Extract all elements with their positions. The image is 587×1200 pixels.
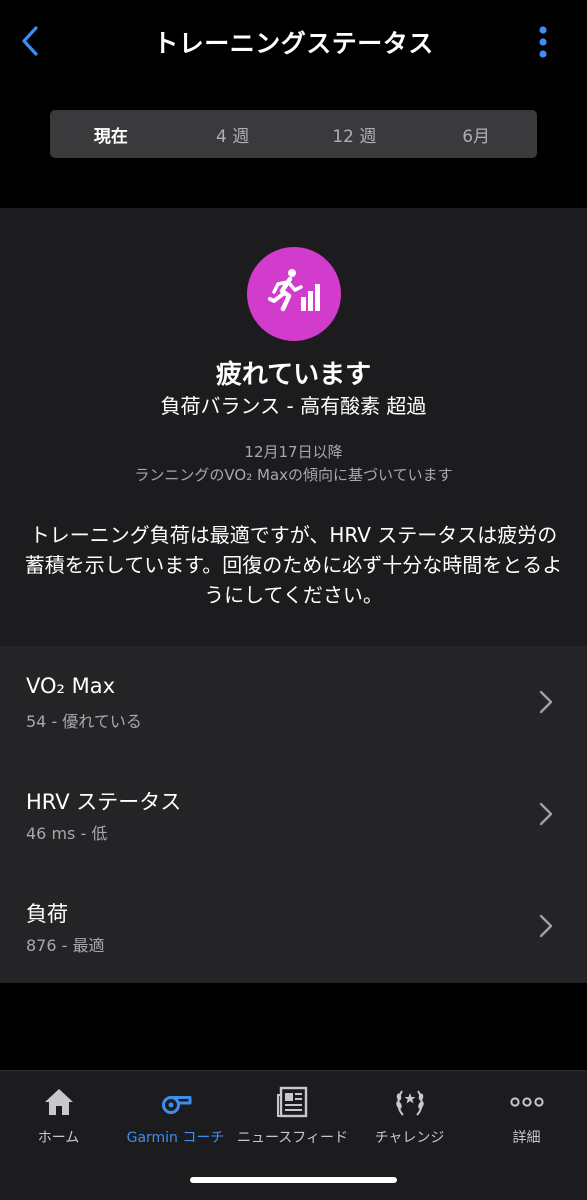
tab-label: ホーム [37,1130,80,1146]
tab-garmin-coach[interactable]: Garmin コーチ [117,1071,234,1161]
app-header: トレーニングステータス [0,0,587,82]
status-since-date: 12月17日以降 [244,443,343,461]
running-productive-icon [268,269,320,312]
newspaper-icon [277,1086,308,1118]
tab-label: 詳細 [512,1130,541,1146]
chevron-right-icon [539,690,553,714]
metric-name: 負荷 [26,902,68,926]
time-range-segmented-control: 現在 4 週 12 週 6月 [50,110,537,158]
chevron-right-icon [539,914,553,938]
status-basis-text: ランニングのVO₂ Maxの傾向に基づいています [134,466,453,484]
metric-row-load[interactable]: 負荷 876 - 最適 [0,870,587,982]
page-title: トレーニングステータス [153,29,434,58]
tab-more[interactable]: 詳細 [468,1071,585,1161]
metrics-list: VO₂ Max 54 - 優れている HRV ステータス 46 ms - 低 負… [0,646,587,983]
metric-name: HRV ステータス [26,790,182,814]
tab-label: ニュースフィード [236,1130,349,1146]
metric-value: 46 ms - 低 [26,824,108,843]
tab-label: Garmin コーチ [126,1130,225,1146]
tab-home[interactable]: ホーム [0,1071,117,1161]
range-tab-12-weeks[interactable]: 12 週 [294,110,416,158]
metric-row-vo2max[interactable]: VO₂ Max 54 - 優れている [0,646,587,758]
metric-row-hrv-status[interactable]: HRV ステータス 46 ms - 低 [0,758,587,870]
tab-challenges[interactable]: チャレンジ [351,1071,468,1161]
chevron-right-icon [539,802,553,826]
range-tab-current[interactable]: 現在 [50,110,172,158]
range-tab-6-months[interactable]: 6月 [415,110,537,158]
more-horizontal-icon [510,1097,544,1107]
metric-value: 54 - 優れている [26,712,142,731]
tab-news-feed[interactable]: ニュースフィード [234,1071,351,1161]
more-vertical-icon [539,26,547,58]
home-indicator[interactable] [190,1177,397,1183]
metric-value: 876 - 最適 [26,936,105,955]
load-balance-text: 負荷バランス - 高有酸素 超過 [160,394,427,418]
range-tab-4-weeks[interactable]: 4 週 [172,110,294,158]
whistle-icon [162,1096,192,1114]
status-badge [247,247,341,341]
status-description: トレーニング負荷は最適ですが、HRV ステータスは疲労の蓄積を示しています。回復… [24,523,563,607]
tab-label: チャレンジ [374,1130,445,1146]
more-options-button[interactable] [530,24,556,60]
laurel-icon [396,1090,424,1116]
metric-name: VO₂ Max [26,674,116,698]
training-status-screen: トレーニングステータス 現在 4 週 12 週 6月 疲れています 負荷バランス… [0,0,587,1200]
home-icon [45,1089,73,1115]
training-status-panel: 疲れています 負荷バランス - 高有酸素 超過 12月17日以降 ランニングのV… [0,208,587,646]
status-title: 疲れています [215,360,372,390]
